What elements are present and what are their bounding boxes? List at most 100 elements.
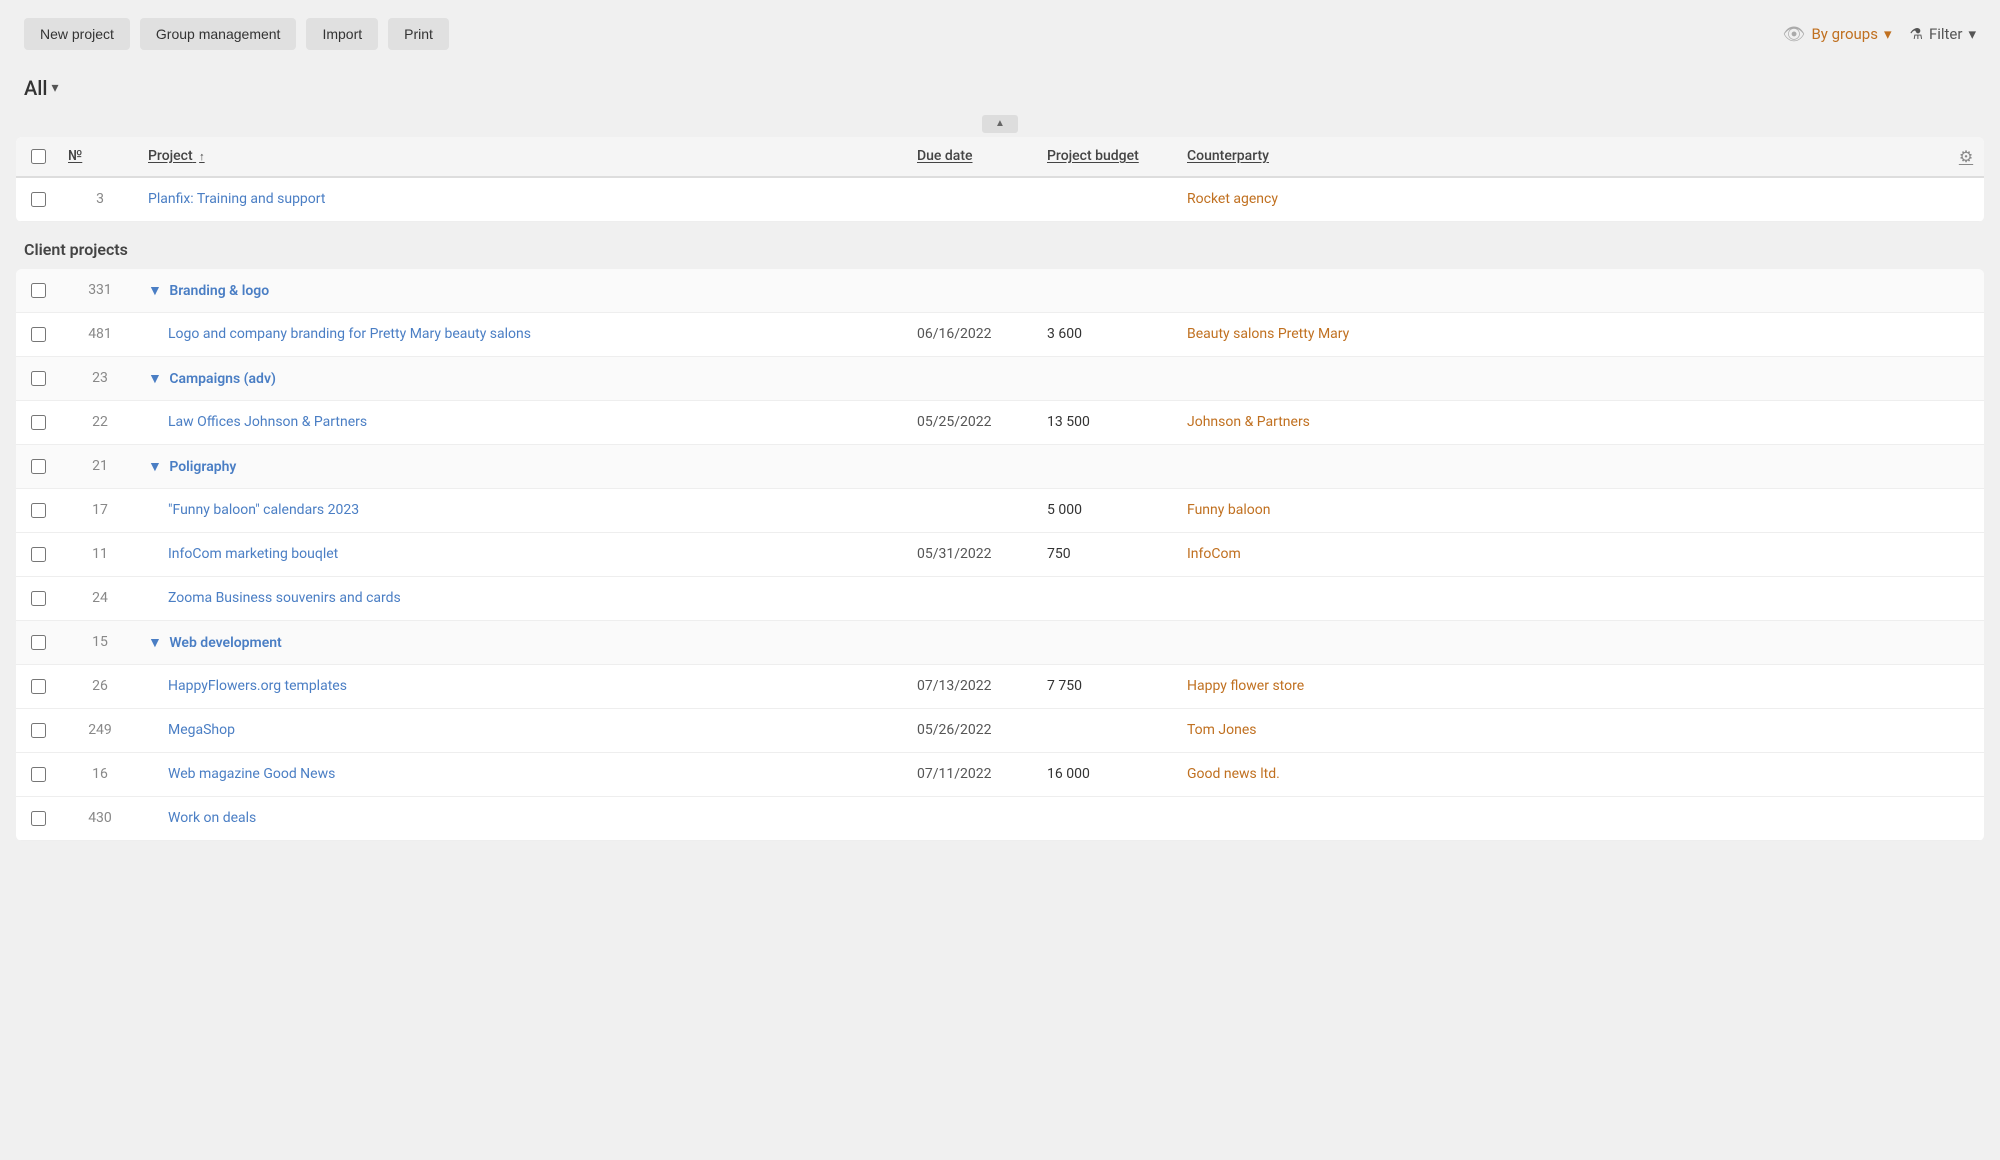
row-checkbox-cell — [16, 539, 60, 570]
row-checkbox-cell — [16, 495, 60, 526]
header-checkbox-cell — [16, 149, 60, 164]
row-checkbox[interactable] — [31, 192, 46, 207]
table-row: 430 Work on deals — [16, 797, 1984, 841]
row-number: 22 — [60, 406, 140, 438]
row-counterparty — [1179, 810, 1948, 826]
table-row: 16 Web magazine Good News 07/11/2022 16 … — [16, 753, 1984, 797]
subgroup-checkbox-cell — [16, 275, 60, 306]
row-counterparty[interactable]: Beauty salons Pretty Mary — [1179, 318, 1948, 350]
col-due-date-header[interactable]: Due date — [909, 148, 1039, 164]
row-number: 17 — [60, 494, 140, 526]
table-row: 24 Zooma Business souvenirs and cards — [16, 577, 1984, 621]
row-project-name[interactable]: Web magazine Good News — [140, 758, 909, 790]
row-checkbox[interactable] — [31, 811, 46, 826]
subgroup-name[interactable]: ▼ Web development — [140, 626, 909, 659]
row-checkbox[interactable] — [31, 327, 46, 342]
new-project-button[interactable]: New project — [24, 18, 130, 50]
row-checkbox[interactable] — [31, 767, 46, 782]
row-project-name[interactable]: "Funny baloon" calendars 2023 — [140, 494, 909, 526]
caret-down-icon: ▼ — [148, 459, 162, 475]
eye-icon: 👁 — [1783, 24, 1806, 45]
row-project-name[interactable]: Law Offices Johnson & Partners — [140, 406, 909, 438]
subgroup-name[interactable]: ▼ Poligraphy — [140, 450, 909, 483]
subgroup-name[interactable]: ▼ Branding & logo — [140, 274, 909, 307]
row-checkbox[interactable] — [31, 591, 46, 606]
col-project-header[interactable]: Project ↑ — [140, 148, 909, 164]
caret-down-icon: ▼ — [148, 371, 162, 387]
row-budget: 3 600 — [1039, 318, 1179, 350]
select-all-checkbox[interactable] — [31, 149, 46, 164]
filter-icon: ⚗ — [1909, 25, 1922, 43]
row-checkbox[interactable] — [31, 503, 46, 518]
table-row: 249 MegaShop 05/26/2022 Tom Jones — [16, 709, 1984, 753]
filter-chevron-icon: ▾ — [1968, 25, 1976, 43]
group-management-button[interactable]: Group management — [140, 18, 297, 50]
row-checkbox-cell — [16, 583, 60, 614]
row-checkbox[interactable] — [31, 415, 46, 430]
chevron-down-icon: ▾ — [1884, 25, 1892, 43]
row-project-name[interactable]: InfoCom marketing bouqlet — [140, 538, 909, 570]
subgroup-number: 21 — [60, 450, 140, 482]
all-row: All ▾ — [0, 68, 2000, 112]
row-project-name[interactable]: Work on deals — [140, 802, 909, 834]
row-checkbox-cell — [16, 759, 60, 790]
row-due-date: 07/11/2022 — [909, 758, 1039, 790]
table-header: № Project ↑ Due date Project budget Coun… — [16, 137, 1984, 178]
subgroup-checkbox[interactable] — [31, 635, 46, 650]
col-counterparty-header[interactable]: Counterparty — [1179, 148, 1948, 164]
subgroup-row-poligraphy: 21 ▼ Poligraphy — [16, 445, 1984, 489]
group-title-text: Client projects — [24, 240, 128, 259]
row-project-name[interactable]: MegaShop — [140, 714, 909, 746]
row-number: 24 — [60, 582, 140, 614]
row-counterparty[interactable]: InfoCom — [1179, 538, 1948, 570]
row-checkbox-cell — [16, 319, 60, 350]
row-checkbox[interactable] — [31, 547, 46, 562]
row-budget: 7 750 — [1039, 670, 1179, 702]
row-checkbox-cell — [16, 184, 60, 215]
subgroup-checkbox[interactable] — [31, 459, 46, 474]
row-number: 3 — [60, 183, 140, 215]
row-due-date: 05/31/2022 — [909, 538, 1039, 570]
table-row: 481 Logo and company branding for Pretty… — [16, 313, 1984, 357]
row-counterparty[interactable]: Happy flower store — [1179, 670, 1948, 702]
row-project-name[interactable]: Logo and company branding for Pretty Mar… — [140, 318, 909, 350]
by-groups-label: By groups — [1811, 25, 1878, 43]
subgroup-number: 23 — [60, 362, 140, 394]
toolbar: New project Group management Import Prin… — [0, 0, 2000, 68]
table-row: 26 HappyFlowers.org templates 07/13/2022… — [16, 665, 1984, 709]
row-actions — [1948, 191, 1984, 207]
subgroup-row-branding: 331 ▼ Branding & logo — [16, 269, 1984, 313]
row-counterparty[interactable]: Rocket agency — [1179, 183, 1948, 215]
row-checkbox[interactable] — [31, 679, 46, 694]
row-checkbox-cell — [16, 803, 60, 834]
row-checkbox[interactable] — [31, 723, 46, 738]
by-groups-toggle[interactable]: 👁 By groups ▾ — [1783, 24, 1892, 45]
row-budget: 16 000 — [1039, 758, 1179, 790]
row-counterparty[interactable]: Johnson & Partners — [1179, 406, 1948, 438]
table-row: 17 "Funny baloon" calendars 2023 5 000 F… — [16, 489, 1984, 533]
subgroup-checkbox[interactable] — [31, 371, 46, 386]
row-budget — [1039, 722, 1179, 738]
scroll-up-button[interactable]: ▲ — [982, 115, 1018, 133]
row-counterparty[interactable]: Funny baloon — [1179, 494, 1948, 526]
all-dropdown[interactable]: All ▾ — [24, 76, 59, 100]
subgroup-name[interactable]: ▼ Campaigns (adv) — [140, 362, 909, 395]
filter-button[interactable]: ⚗ Filter ▾ — [1909, 25, 1976, 43]
row-project-name[interactable]: HappyFlowers.org templates — [140, 670, 909, 702]
scroll-indicator: ▲ — [0, 112, 2000, 133]
row-project-name[interactable]: Planfix: Training and support — [140, 183, 909, 215]
row-project-name[interactable]: Zooma Business souvenirs and cards — [140, 582, 909, 614]
row-counterparty[interactable]: Good news ltd. — [1179, 758, 1948, 790]
subgroup-checkbox-cell — [16, 627, 60, 658]
subgroup-checkbox[interactable] — [31, 283, 46, 298]
col-number-header[interactable]: № — [60, 148, 140, 164]
row-budget: 5 000 — [1039, 494, 1179, 526]
import-button[interactable]: Import — [306, 18, 378, 50]
row-number: 430 — [60, 802, 140, 834]
row-counterparty[interactable]: Tom Jones — [1179, 714, 1948, 746]
row-due-date: 05/26/2022 — [909, 714, 1039, 746]
settings-icon[interactable]: ⚙ — [1948, 147, 1984, 166]
print-button[interactable]: Print — [388, 18, 449, 50]
row-due-date: 07/13/2022 — [909, 670, 1039, 702]
col-budget-header[interactable]: Project budget — [1039, 148, 1179, 164]
